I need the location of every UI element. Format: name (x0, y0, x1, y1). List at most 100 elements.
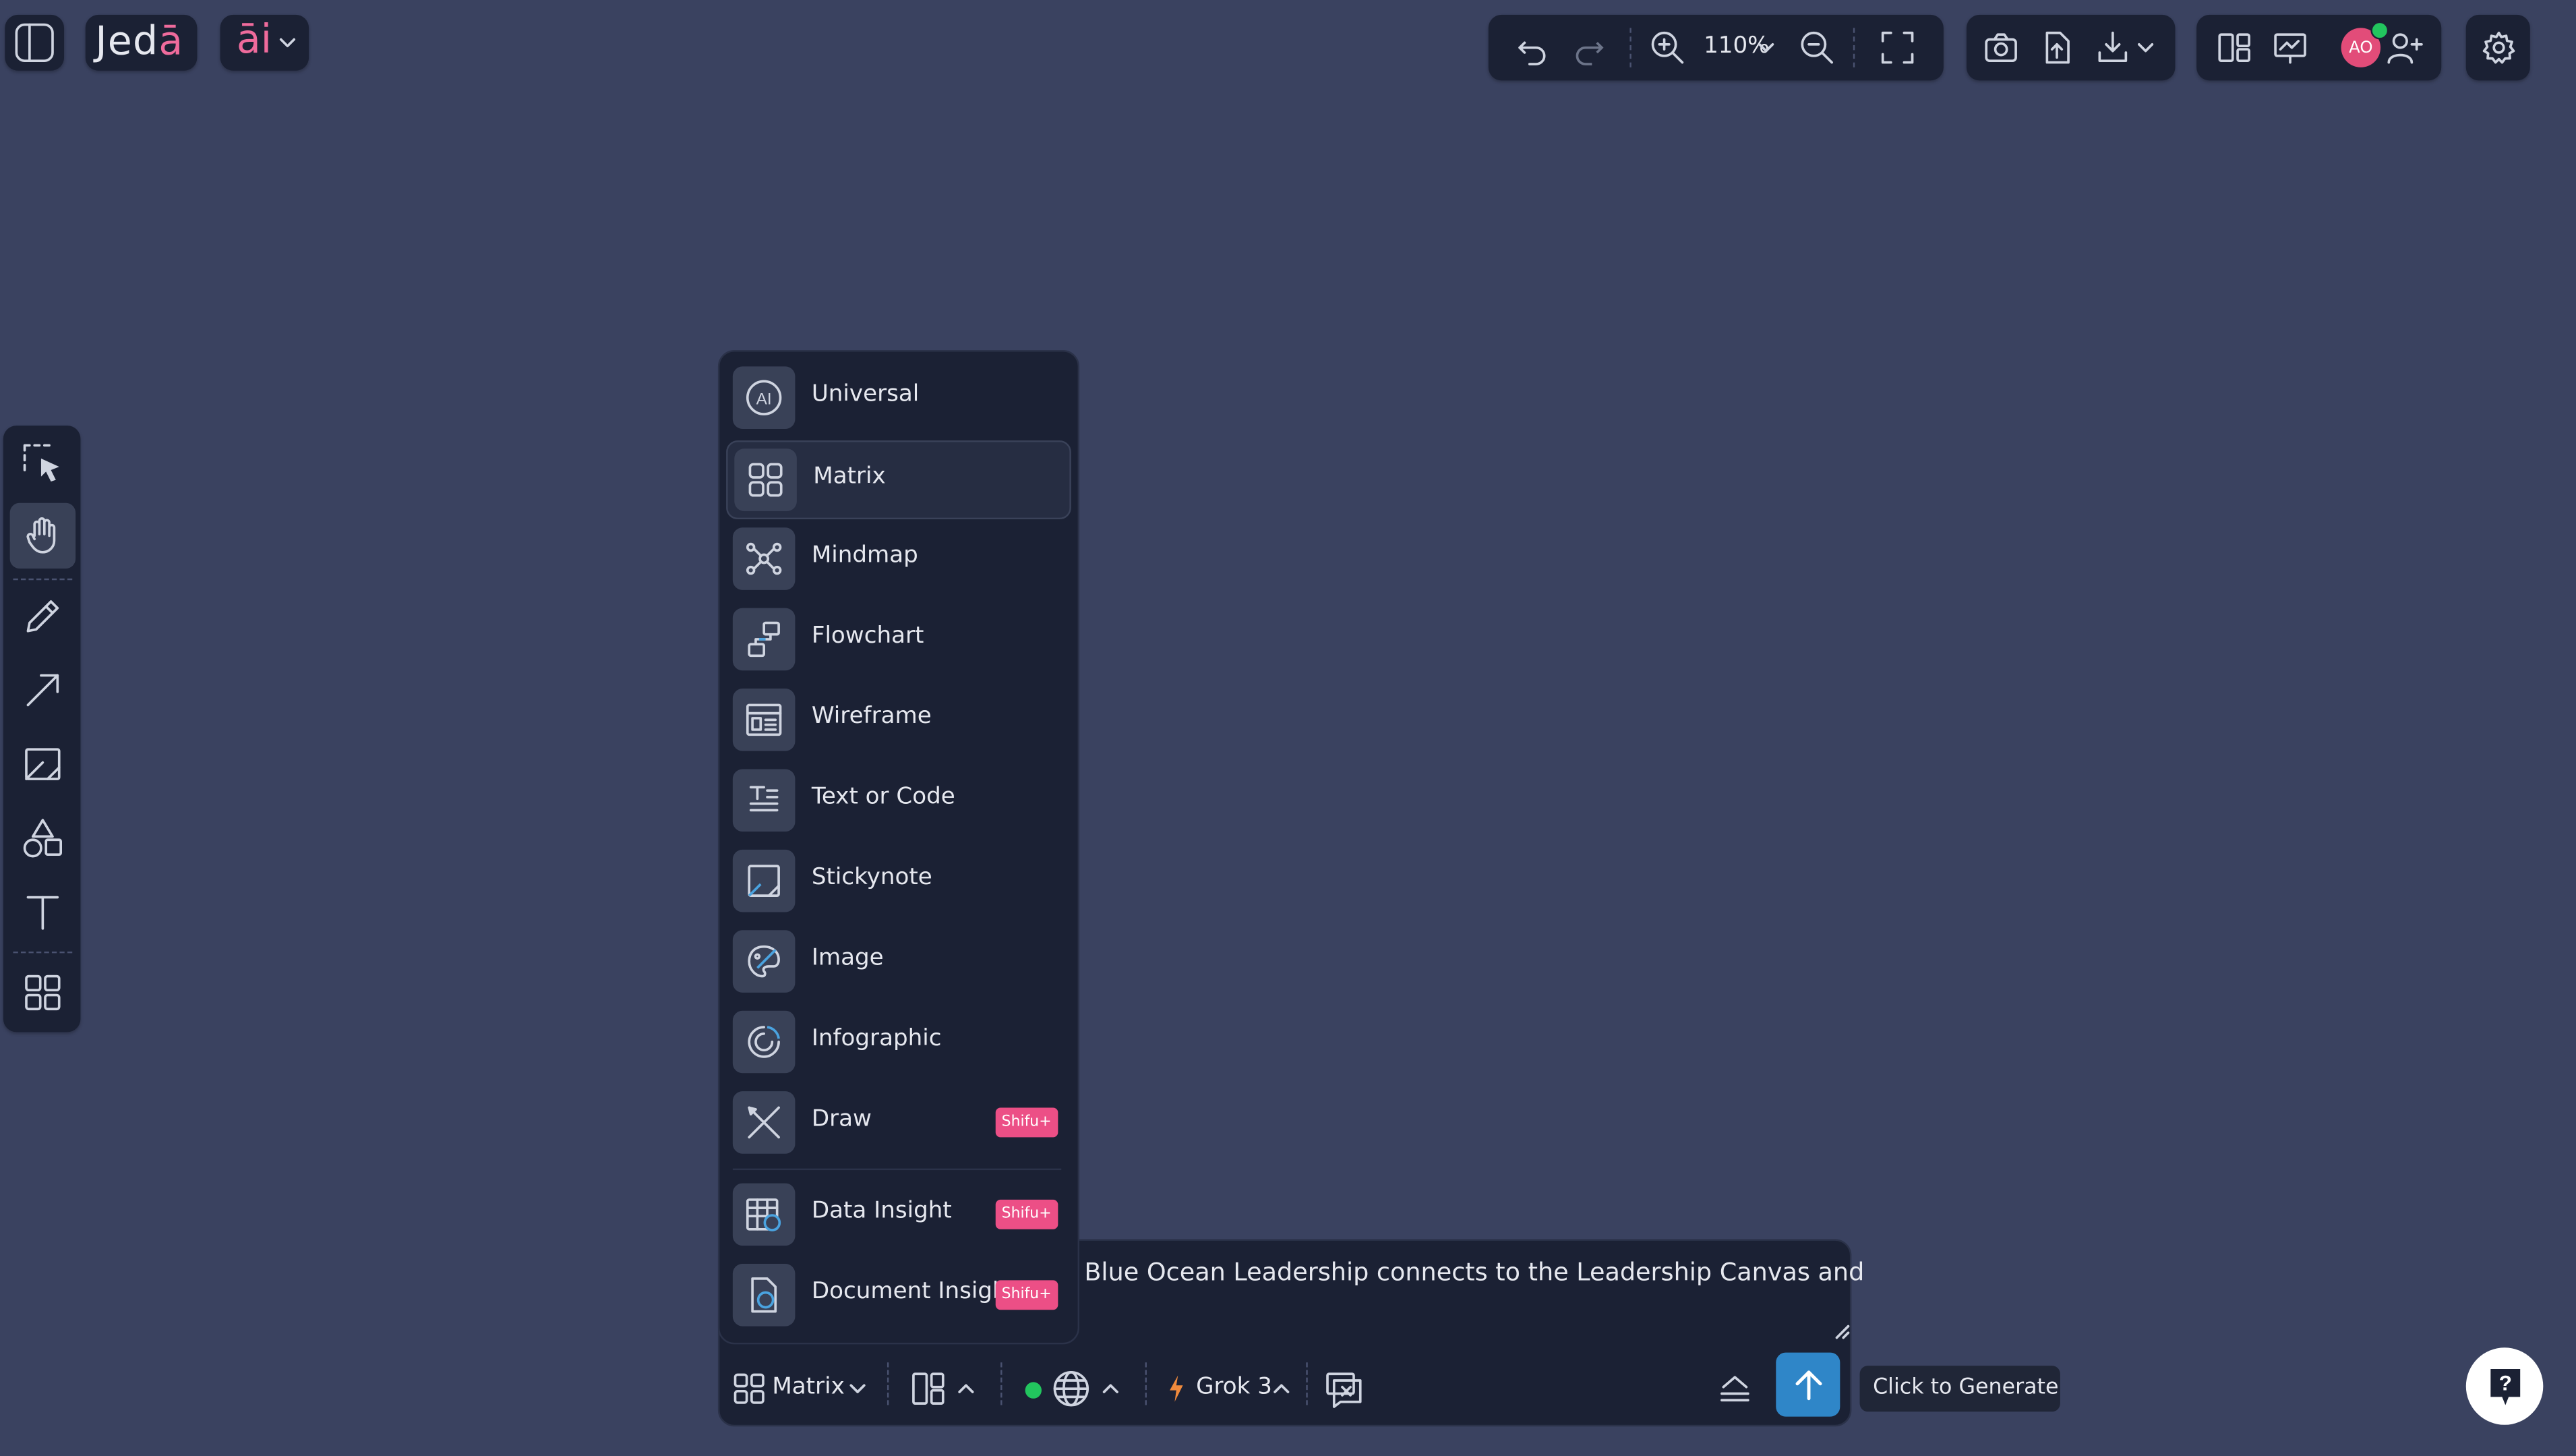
screenshot-button[interactable] (1979, 28, 2022, 67)
fullscreen-icon (1881, 31, 1914, 64)
divider (13, 578, 73, 581)
generate-tooltip: Click to Generate (1859, 1366, 2060, 1412)
menu-item-stickynote[interactable]: Stickynote (726, 843, 1068, 919)
add-user-icon (2387, 33, 2423, 64)
arrow-tool[interactable] (10, 658, 76, 723)
divider (887, 1362, 889, 1405)
menu-item-universal[interactable]: AI Universal (726, 360, 1068, 436)
stickynote-icon (748, 865, 780, 897)
premium-badge: Shifu+ (994, 1107, 1058, 1138)
templates-tool[interactable] (10, 960, 76, 1025)
presentation-button[interactable] (2269, 28, 2311, 67)
menu-item-label: Universal (811, 381, 920, 408)
camera-icon (1985, 33, 2017, 62)
menu-item-infographic[interactable]: Infographic (726, 1004, 1068, 1080)
sidebar-icon (15, 23, 54, 62)
premium-badge: Shifu+ (994, 1280, 1058, 1310)
chevron-down-icon[interactable] (1756, 39, 1776, 55)
menu-item-wireframe[interactable]: Wireframe (726, 682, 1068, 757)
logo-accent: ā (158, 18, 184, 65)
hand-icon (26, 517, 56, 554)
undo-button[interactable] (1511, 28, 1554, 67)
app-logo[interactable]: Jedā (85, 14, 198, 71)
divider (732, 1168, 1062, 1171)
svg-text:?: ? (2498, 1370, 2511, 1394)
image-icon (748, 945, 780, 978)
text-icon (26, 896, 59, 930)
chevron-down-icon (279, 38, 296, 48)
text-tool[interactable] (10, 879, 76, 945)
ai-label: āi (236, 16, 272, 63)
model-selector[interactable]: Grok 3 (1166, 1369, 1294, 1408)
menu-item-label: Image (811, 945, 884, 972)
redo-button[interactable] (1567, 28, 1610, 67)
ai-menu-button[interactable]: āi (220, 14, 309, 71)
menu-item-draw[interactable]: Draw Shifu+ (726, 1084, 1068, 1160)
menu-item-matrix[interactable]: Matrix (726, 440, 1071, 520)
ai-icon: AI (746, 380, 782, 415)
globe-icon (1053, 1370, 1089, 1407)
menu-item-document-insight[interactable]: Document Insight Shifu+ (726, 1257, 1068, 1333)
draw-icon (748, 1106, 780, 1139)
export-toolbar (1966, 14, 2176, 81)
select-tool[interactable] (10, 430, 76, 496)
hand-tool[interactable] (9, 502, 76, 569)
pencil-icon (26, 600, 59, 633)
resize-handle-icon[interactable] (1834, 1323, 1850, 1339)
stickynote-tool[interactable] (10, 731, 76, 796)
sidebar-toggle-button[interactable] (5, 14, 65, 71)
menu-item-mindmap[interactable]: Mindmap (726, 521, 1068, 596)
upload-icon (2045, 31, 2070, 64)
mode-selector[interactable]: Matrix (733, 1369, 868, 1408)
help-icon: ? (2490, 1368, 2519, 1405)
help-button[interactable]: ? (2465, 1347, 2544, 1425)
invite-user-button[interactable] (2384, 28, 2426, 67)
menu-item-label: Matrix (813, 463, 886, 490)
chevron-up-icon (1102, 1384, 1118, 1393)
menu-item-data-insight[interactable]: Data Insight Shifu+ (726, 1177, 1068, 1252)
arrow-icon (26, 674, 59, 707)
zoom-in-icon (1651, 31, 1684, 64)
shapes-icon (23, 819, 62, 858)
generate-button[interactable] (1776, 1352, 1840, 1417)
status-dot (1025, 1382, 1042, 1399)
settings-button[interactable] (2465, 14, 2530, 81)
zoom-in-button[interactable] (1646, 28, 1689, 67)
data-insight-icon (746, 1198, 781, 1231)
zoom-out-button[interactable] (1796, 28, 1838, 67)
model-label: Grok 3 (1196, 1374, 1272, 1401)
infographic-icon (748, 1026, 780, 1058)
chevron-down-icon[interactable] (2136, 39, 2155, 55)
layout-selector[interactable] (910, 1369, 982, 1408)
mode-label: Matrix (772, 1374, 845, 1401)
wireframe-icon (746, 703, 782, 736)
gear-icon (2482, 31, 2515, 64)
divider (1000, 1362, 1002, 1405)
premium-badge: Shifu+ (994, 1199, 1058, 1229)
menu-item-label: Flowchart (811, 622, 924, 649)
menu-item-image[interactable]: Image (726, 924, 1068, 999)
divider (1629, 28, 1631, 67)
collapse-button[interactable] (1715, 1369, 1754, 1408)
panel-layout-button[interactable] (2213, 28, 2256, 67)
menu-item-label: Infographic (811, 1025, 942, 1052)
chevron-up-icon (1274, 1384, 1290, 1393)
generation-type-menu: AI Universal Matrix Mindmap Flowchart Wi… (717, 350, 1080, 1345)
menu-item-label: Text or Code (811, 784, 955, 811)
menu-item-flowchart[interactable]: Flowchart (726, 602, 1068, 677)
menu-item-text-or-code[interactable]: Text or Code (726, 763, 1068, 838)
shapes-tool[interactable] (10, 805, 76, 871)
chat-history-button[interactable] (1323, 1369, 1365, 1408)
download-button[interactable] (2091, 28, 2134, 67)
upload-button[interactable] (2035, 28, 2078, 67)
text-code-icon (749, 786, 779, 812)
pen-tool[interactable] (10, 583, 76, 649)
presentation-icon (2274, 33, 2306, 64)
prompt-input[interactable]: Blue Ocean Leadership connects to the Le… (1084, 1257, 1864, 1287)
collab-toolbar: AO (2196, 14, 2442, 81)
history-zoom-toolbar: 110% (1488, 14, 1944, 81)
web-search-toggle[interactable] (1025, 1369, 1124, 1408)
menu-item-label: Stickynote (811, 864, 932, 891)
fit-screen-button[interactable] (1876, 28, 1919, 67)
tool-palette (3, 426, 81, 1032)
